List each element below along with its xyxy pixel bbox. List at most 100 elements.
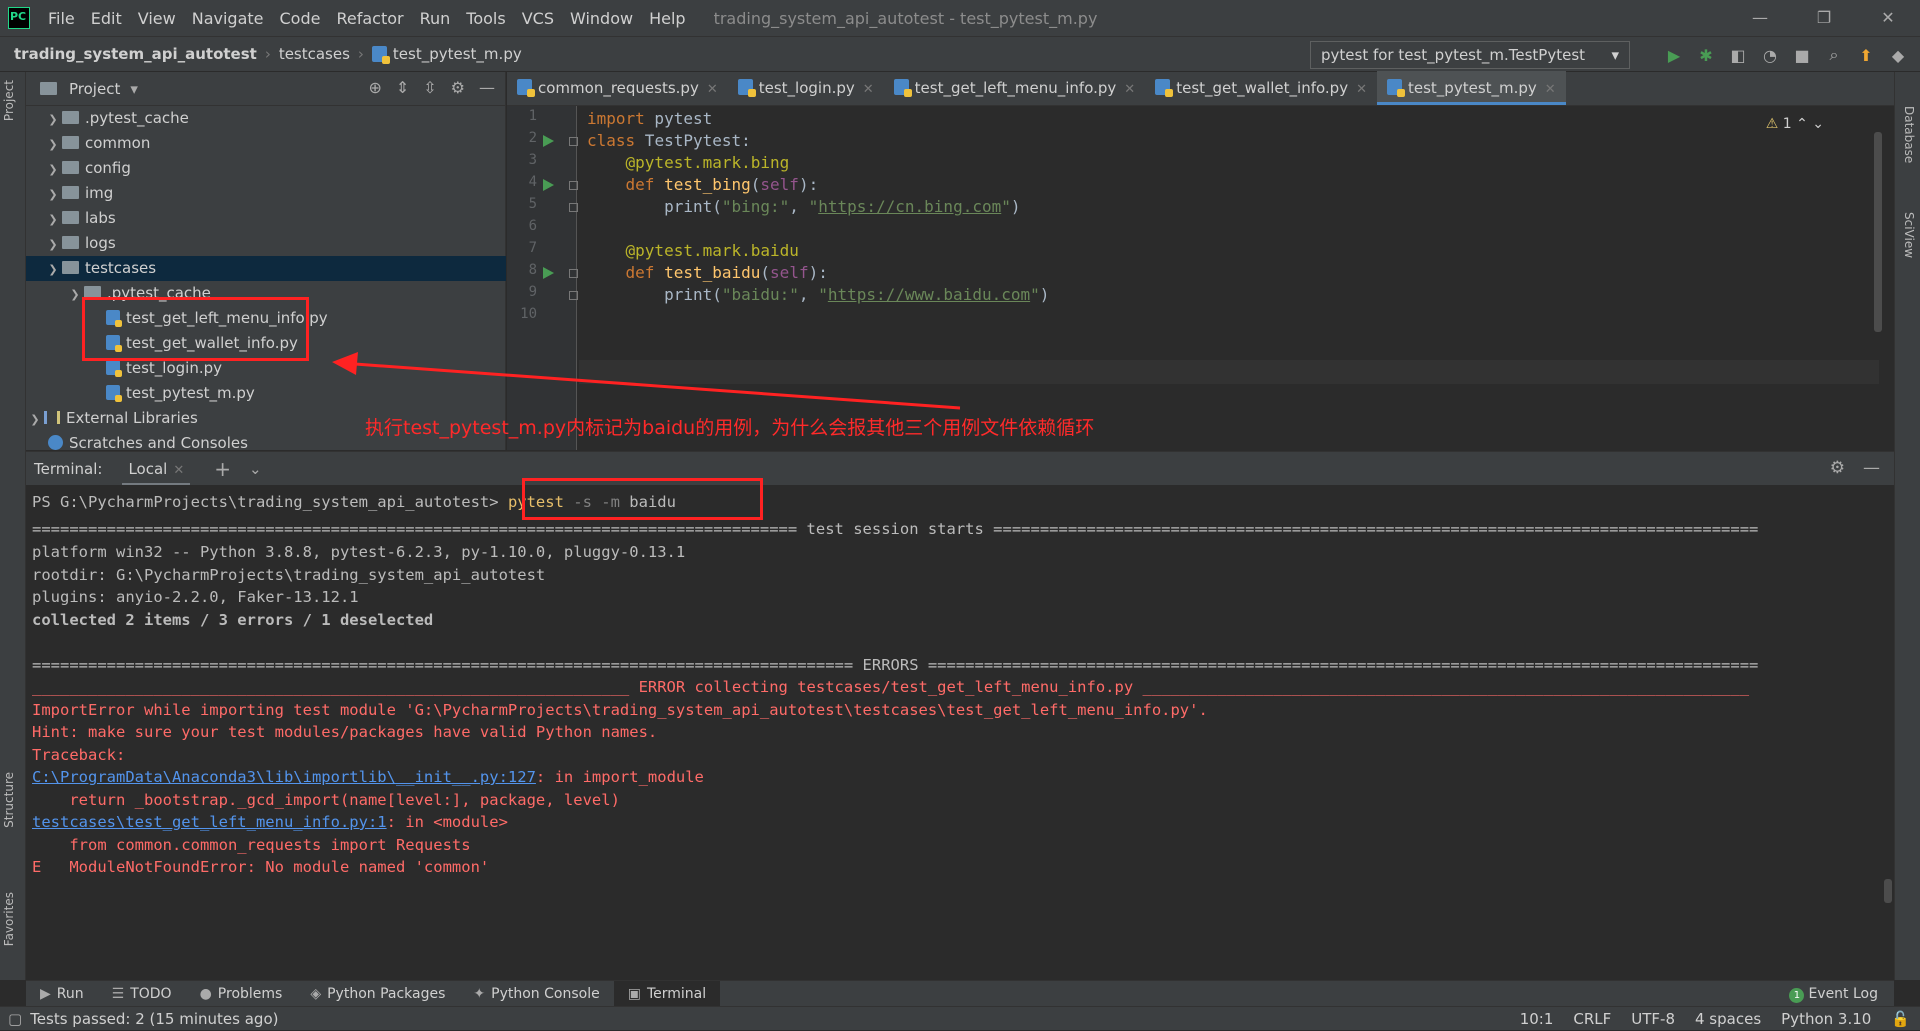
menu-run[interactable]: Run (412, 9, 459, 28)
tree-item[interactable]: ❯ .pytest_cache (26, 106, 506, 131)
file-encoding[interactable]: UTF-8 (1631, 1007, 1675, 1031)
project-panel-title[interactable]: Project (69, 80, 120, 98)
menu-file[interactable]: File (40, 9, 83, 28)
chevron-right-icon[interactable]: ❯ (44, 107, 62, 132)
close-icon[interactable]: ✕ (707, 82, 718, 97)
gear-icon[interactable]: ⚙ (1830, 458, 1845, 478)
side-tab-structure[interactable]: Structure (2, 772, 16, 828)
menu-window[interactable]: Window (562, 9, 641, 28)
menu-navigate[interactable]: Navigate (184, 9, 272, 28)
status-icon[interactable]: ▢ (8, 1010, 22, 1028)
menu-refactor[interactable]: Refactor (328, 9, 411, 28)
run-configuration-select[interactable]: pytest for test_pytest_m.TestPytest ▾ (1310, 41, 1630, 69)
tree-item-file[interactable]: test_pytest_m.py (26, 381, 506, 406)
terminal-output[interactable]: PS G:\PycharmProjects\trading_system_api… (26, 478, 1894, 975)
add-terminal-icon[interactable]: + (214, 457, 231, 481)
menu-edit[interactable]: Edit (83, 9, 130, 28)
close-icon[interactable]: ✕ (173, 463, 184, 478)
fold-icon[interactable] (569, 291, 578, 300)
tree-item[interactable]: ❯ labs (26, 206, 506, 231)
hide-icon[interactable]: — (479, 78, 495, 97)
profile-icon[interactable]: ◔ (1758, 43, 1782, 67)
chevron-down-icon[interactable]: ▾ (130, 80, 138, 98)
side-tab-database[interactable]: Database (1902, 106, 1916, 163)
tool-tab-run[interactable]: ▶ Run (26, 981, 98, 1007)
gear-icon[interactable]: ⚙ (451, 78, 465, 97)
close-icon[interactable]: ✕ (863, 82, 874, 97)
chevron-right-icon[interactable]: ❯ (26, 407, 44, 432)
menu-view[interactable]: View (130, 9, 184, 28)
chevron-down-icon[interactable]: ❯ (44, 257, 62, 282)
terminal-tab-local[interactable]: Local ✕ (122, 452, 191, 486)
editor-tab[interactable]: test_get_wallet_info.py ✕ (1145, 71, 1377, 105)
tool-tab-problems[interactable]: ● Problems (186, 981, 297, 1007)
tool-tab-todo[interactable]: ☰ TODO (98, 981, 186, 1007)
collapse-all-icon[interactable]: ⇳ (423, 78, 436, 97)
restore-icon[interactable]: ❐ (1792, 0, 1856, 36)
breadcrumb-folder[interactable]: testcases (279, 45, 350, 63)
side-tab-project[interactable]: Project (2, 80, 16, 121)
side-tab-favorites[interactable]: Favorites (2, 892, 16, 946)
inspection-widget[interactable]: ⚠ 1 ⌃ ⌄ (1766, 116, 1824, 132)
editor-scrollbar[interactable] (1874, 132, 1882, 332)
update-icon[interactable]: ⬆ (1854, 43, 1878, 67)
terminal-scrollbar[interactable] (1884, 879, 1892, 903)
tool-tab-python-console[interactable]: ✦ Python Console (459, 981, 613, 1007)
stop-icon[interactable]: ■ (1790, 43, 1814, 67)
chevron-down-icon[interactable]: ⌄ (1812, 116, 1824, 132)
minimize-icon[interactable]: — (1728, 0, 1792, 36)
python-interpreter[interactable]: Python 3.10 (1781, 1007, 1871, 1031)
editor-tab[interactable]: test_login.py ✕ (728, 71, 884, 105)
side-tab-sciview[interactable]: SciView (1902, 212, 1916, 258)
menu-vcs[interactable]: VCS (514, 9, 562, 28)
tree-item[interactable]: ❯ img (26, 181, 506, 206)
run-gutter-icon[interactable] (543, 267, 554, 279)
run-gutter-icon[interactable] (543, 179, 554, 191)
tree-item[interactable]: ❯ common (26, 131, 506, 156)
debug-icon[interactable]: ✱ (1694, 43, 1718, 67)
search-icon[interactable]: ⌕ (1822, 43, 1846, 67)
chevron-right-icon[interactable]: ❯ (44, 157, 62, 182)
indent-setting[interactable]: 4 spaces (1695, 1007, 1761, 1031)
menu-tools[interactable]: Tools (458, 9, 513, 28)
lock-icon[interactable]: 🔓 (1891, 1007, 1910, 1031)
traceback-link[interactable]: testcases\test_get_left_menu_info.py:1 (32, 813, 387, 831)
fold-icon[interactable] (569, 137, 578, 146)
fold-icon[interactable] (569, 181, 578, 190)
editor-tab[interactable]: test_get_left_menu_info.py ✕ (884, 71, 1146, 105)
chevron-right-icon[interactable]: ❯ (44, 232, 62, 257)
breadcrumb-project[interactable]: trading_system_api_autotest (14, 45, 257, 63)
line-separator[interactable]: CRLF (1573, 1007, 1611, 1031)
coverage-icon[interactable]: ◧ (1726, 43, 1750, 67)
chevron-right-icon[interactable]: ❯ (44, 132, 62, 157)
run-icon[interactable]: ▶ (1662, 43, 1686, 67)
chevron-down-icon[interactable]: ⌄ (249, 460, 262, 478)
menu-code[interactable]: Code (272, 9, 329, 28)
tree-item[interactable]: ❯ config (26, 156, 506, 181)
run-gutter-icon[interactable] (543, 135, 554, 147)
caret-position[interactable]: 10:1 (1520, 1007, 1554, 1031)
menu-help[interactable]: Help (641, 9, 693, 28)
chevron-up-icon[interactable]: ⌃ (1796, 116, 1808, 132)
close-icon[interactable]: ✕ (1856, 0, 1920, 36)
tree-item-testcases[interactable]: ❯ testcases (26, 256, 506, 281)
breadcrumb-file[interactable]: test_pytest_m.py (393, 45, 522, 63)
close-icon[interactable]: ✕ (1356, 82, 1367, 97)
hide-icon[interactable]: — (1863, 458, 1880, 478)
tool-tab-python-packages[interactable]: ◈ Python Packages (296, 981, 459, 1007)
editor-tab-active[interactable]: test_pytest_m.py ✕ (1377, 71, 1566, 105)
tool-tab-terminal[interactable]: ▣ Terminal (613, 980, 721, 1007)
tree-item[interactable]: ❯ logs (26, 231, 506, 256)
locate-icon[interactable]: ⊕ (368, 78, 381, 97)
status-message[interactable]: Tests passed: 2 (15 minutes ago) (30, 1010, 278, 1028)
fold-icon[interactable] (569, 203, 578, 212)
close-icon[interactable]: ✕ (1124, 82, 1135, 97)
editor-tab[interactable]: common_requests.py ✕ (507, 71, 728, 105)
close-icon[interactable]: ✕ (1545, 82, 1556, 97)
code-url-link[interactable]: https://cn.bing.com (818, 197, 1001, 216)
plugin-icon[interactable]: ◆ (1886, 43, 1910, 67)
fold-icon[interactable] (569, 269, 578, 278)
expand-all-icon[interactable]: ⇕ (396, 78, 409, 97)
chevron-right-icon[interactable]: ❯ (44, 207, 62, 232)
chevron-right-icon[interactable]: ❯ (44, 182, 62, 207)
